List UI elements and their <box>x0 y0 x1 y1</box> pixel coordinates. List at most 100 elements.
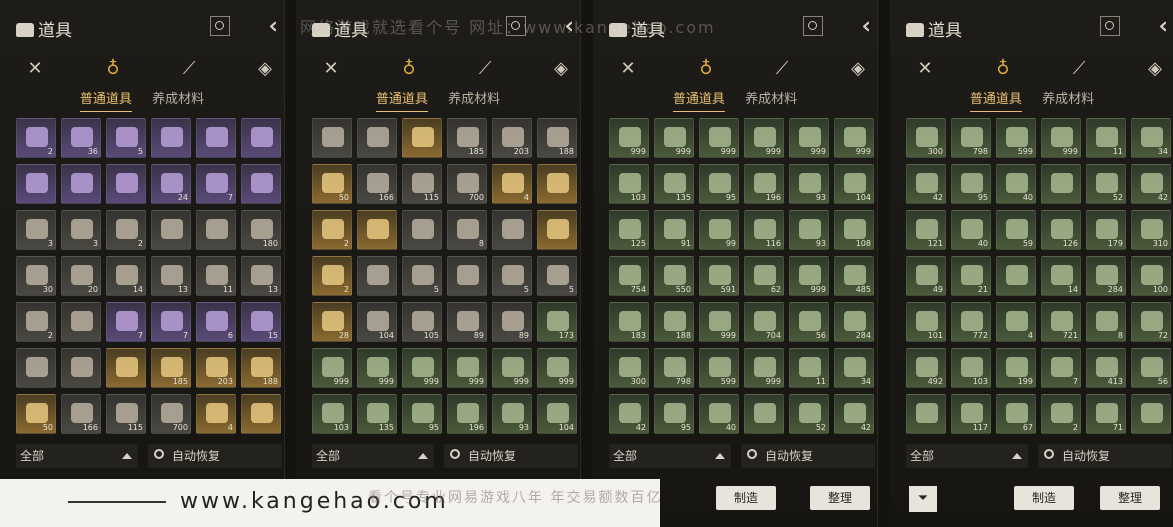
item-slot[interactable]: 52 <box>789 394 829 434</box>
item-slot[interactable]: 20 <box>61 256 101 296</box>
item-slot[interactable]: 203 <box>196 348 236 388</box>
crossed-swords-icon[interactable]: ✕ <box>914 58 936 80</box>
scroll-icon[interactable]: ⟋ <box>178 58 200 80</box>
filter-dropdown[interactable]: 全部 <box>906 444 1028 468</box>
item-slot[interactable]: 999 <box>492 348 532 388</box>
sort-button-3[interactable]: 整理 <box>810 486 870 510</box>
item-slot[interactable]: 108 <box>834 210 874 250</box>
item-slot[interactable]: 34 <box>1131 118 1171 158</box>
item-slot[interactable]: 121 <box>906 210 946 250</box>
item-slot[interactable]: 99 <box>699 210 739 250</box>
item-slot[interactable] <box>16 348 56 388</box>
search-button[interactable] <box>210 16 230 36</box>
scroll-icon[interactable]: ⟋ <box>1068 58 1090 80</box>
item-slot[interactable]: 14 <box>106 256 146 296</box>
item-slot[interactable] <box>61 302 101 342</box>
collapse-icon[interactable]: ‹‹ <box>861 14 869 39</box>
item-slot[interactable]: 492 <box>906 348 946 388</box>
item-slot[interactable]: 62 <box>744 256 784 296</box>
item-slot[interactable]: 5 <box>537 256 577 296</box>
item-slot[interactable] <box>61 348 101 388</box>
item-slot[interactable]: 754 <box>609 256 649 296</box>
item-slot[interactable] <box>744 394 784 434</box>
item-slot[interactable] <box>241 164 281 204</box>
item-slot[interactable]: 125 <box>609 210 649 250</box>
item-slot[interactable]: 126 <box>1041 210 1081 250</box>
item-slot[interactable] <box>537 210 577 250</box>
auto-restore-toggle[interactable]: 自动恢复 <box>1038 444 1172 468</box>
item-slot[interactable]: 700 <box>151 394 191 434</box>
item-slot[interactable]: 95 <box>402 394 442 434</box>
pouch-icon[interactable]: ♁ <box>992 58 1014 80</box>
item-slot[interactable]: 91 <box>654 210 694 250</box>
item-slot[interactable]: 999 <box>537 348 577 388</box>
item-slot[interactable]: 999 <box>312 348 352 388</box>
item-slot[interactable]: 2 <box>16 118 56 158</box>
item-slot[interactable]: 52 <box>1086 164 1126 204</box>
tab-materials[interactable]: 养成材料 <box>152 88 204 111</box>
item-slot[interactable] <box>906 394 946 434</box>
item-slot[interactable]: 999 <box>699 302 739 342</box>
item-slot[interactable]: 7 <box>106 302 146 342</box>
tab-common-items[interactable]: 普通道具 <box>79 88 132 112</box>
item-slot[interactable]: 56 <box>1131 348 1171 388</box>
item-slot[interactable]: 5 <box>492 256 532 296</box>
item-slot[interactable]: 166 <box>61 394 101 434</box>
item-slot[interactable]: 4 <box>492 164 532 204</box>
item-slot[interactable]: 116 <box>744 210 784 250</box>
item-slot[interactable]: 115 <box>106 394 146 434</box>
item-slot[interactable]: 196 <box>744 164 784 204</box>
item-slot[interactable]: 3 <box>16 210 56 250</box>
item-slot[interactable]: 117 <box>951 394 991 434</box>
item-slot[interactable]: 2 <box>106 210 146 250</box>
item-slot[interactable]: 95 <box>654 394 694 434</box>
tab-common-items[interactable]: 普通道具 <box>969 88 1022 112</box>
item-slot[interactable]: 49 <box>906 256 946 296</box>
item-slot[interactable]: 180 <box>241 210 281 250</box>
item-slot[interactable]: 188 <box>537 118 577 158</box>
item-slot[interactable] <box>402 118 442 158</box>
search-button[interactable] <box>1100 16 1120 36</box>
item-slot[interactable]: 591 <box>699 256 739 296</box>
scroll-icon[interactable]: ⟋ <box>771 58 793 80</box>
item-slot[interactable]: 95 <box>951 164 991 204</box>
item-slot[interactable]: 485 <box>834 256 874 296</box>
item-slot[interactable]: 199 <box>996 348 1036 388</box>
item-slot[interactable]: 34 <box>834 348 874 388</box>
gem-icon[interactable]: ◈ <box>1144 58 1166 80</box>
item-slot[interactable]: 104 <box>537 394 577 434</box>
sort-button-4[interactable]: 整理 <box>1100 486 1160 510</box>
item-slot[interactable]: 284 <box>834 302 874 342</box>
item-slot[interactable]: 5 <box>402 256 442 296</box>
filter-dropdown[interactable]: 全部 <box>312 444 434 468</box>
item-slot[interactable]: 772 <box>951 302 991 342</box>
item-slot[interactable] <box>996 256 1036 296</box>
item-slot[interactable]: 11 <box>1086 118 1126 158</box>
tab-common-items[interactable]: 普通道具 <box>375 88 428 112</box>
item-slot[interactable]: 185 <box>151 348 191 388</box>
item-slot[interactable]: 179 <box>1086 210 1126 250</box>
item-slot[interactable] <box>151 210 191 250</box>
item-slot[interactable]: 104 <box>834 164 874 204</box>
item-slot[interactable] <box>537 164 577 204</box>
item-slot[interactable]: 300 <box>906 118 946 158</box>
item-slot[interactable]: 798 <box>654 348 694 388</box>
item-slot[interactable]: 11 <box>196 256 236 296</box>
item-slot[interactable]: 188 <box>241 348 281 388</box>
pouch-icon[interactable]: ♁ <box>398 58 420 80</box>
item-slot[interactable] <box>312 118 352 158</box>
item-slot[interactable]: 6 <box>196 302 236 342</box>
item-slot[interactable]: 115 <box>402 164 442 204</box>
search-button[interactable] <box>803 16 823 36</box>
tab-materials[interactable]: 养成材料 <box>745 88 797 111</box>
filter-button[interactable]: ⏷ <box>909 486 937 512</box>
item-slot[interactable]: 42 <box>906 164 946 204</box>
item-slot[interactable]: 89 <box>492 302 532 342</box>
item-slot[interactable] <box>61 164 101 204</box>
item-slot[interactable]: 101 <box>906 302 946 342</box>
item-slot[interactable]: 999 <box>744 348 784 388</box>
item-slot[interactable]: 11 <box>789 348 829 388</box>
item-slot[interactable]: 7 <box>196 164 236 204</box>
item-slot[interactable] <box>1041 164 1081 204</box>
item-slot[interactable] <box>196 118 236 158</box>
